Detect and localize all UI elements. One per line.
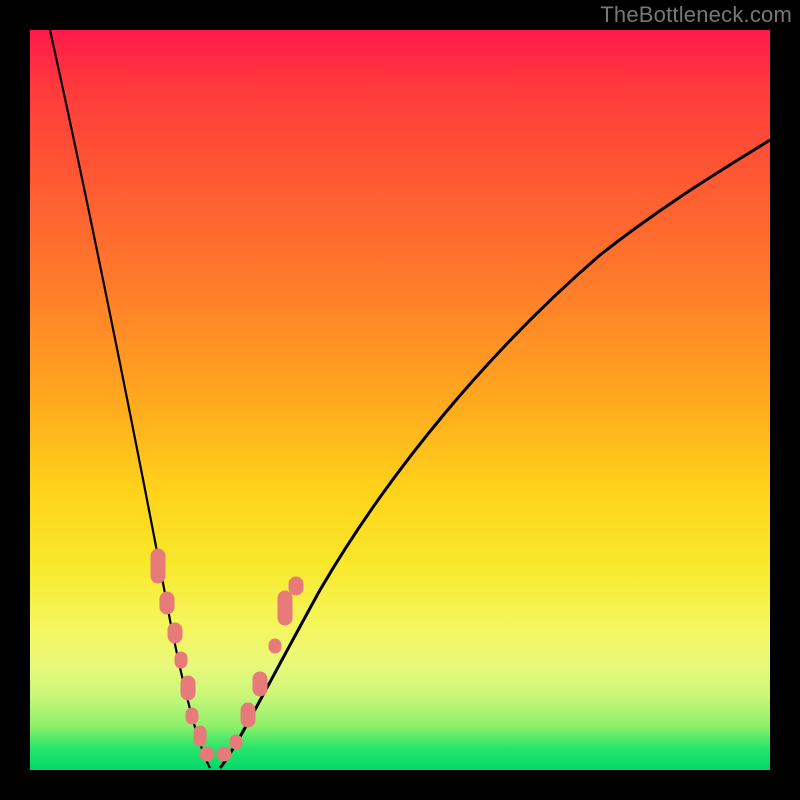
curve-left	[50, 30, 210, 768]
bottleneck-marker	[151, 549, 165, 583]
bottleneck-marker	[194, 726, 206, 746]
bottleneck-marker	[289, 577, 303, 595]
bottleneck-marker	[175, 652, 187, 668]
bottleneck-marker	[168, 623, 182, 643]
bottleneck-marker	[160, 592, 174, 614]
bottleneck-marker	[230, 735, 242, 749]
bottleneck-marker	[278, 591, 292, 625]
chart-frame: TheBottleneck.com	[0, 0, 800, 800]
watermark-text: TheBottleneck.com	[600, 2, 792, 28]
bottleneck-marker	[269, 639, 281, 653]
bottleneck-marker	[200, 747, 214, 761]
bottleneck-marker	[253, 672, 267, 696]
bottleneck-marker	[241, 703, 255, 727]
bottleneck-marker	[217, 747, 231, 761]
curve-layer	[30, 30, 770, 770]
bottleneck-marker	[186, 708, 198, 724]
marker-group	[151, 549, 303, 761]
plot-area	[30, 30, 770, 770]
curve-right	[220, 140, 770, 768]
bottleneck-marker	[181, 676, 195, 700]
